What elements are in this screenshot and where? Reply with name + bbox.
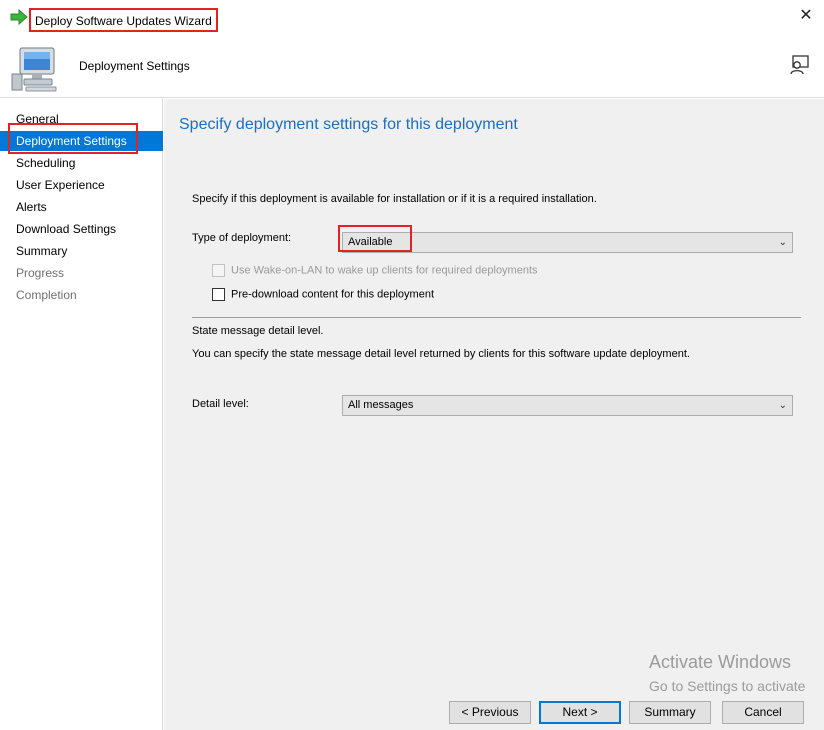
sidebar-item-progress: Progress xyxy=(16,266,65,280)
chevron-down-icon: ⌄ xyxy=(778,400,787,411)
sidebar-item-completion: Completion xyxy=(16,288,77,302)
sidebar-item-download-settings[interactable]: Download Settings xyxy=(0,219,163,239)
title-bar: Deploy Software Updates Wizard ✕ xyxy=(0,0,824,36)
sidebar-item-user-experience[interactable]: User Experience xyxy=(0,175,163,195)
checkbox-box[interactable] xyxy=(212,288,225,301)
section-divider xyxy=(192,317,801,318)
main-panel: Specify deployment settings for this dep… xyxy=(164,99,824,730)
activation-watermark-title: Activate Windows xyxy=(649,652,792,672)
wake-on-lan-label: Use Wake-on-LAN to wake up clients for r… xyxy=(231,264,538,277)
deployment-type-value: Available xyxy=(348,236,393,248)
sidebar-item-general[interactable]: General xyxy=(0,109,163,129)
deployment-type-label: Type of deployment: xyxy=(192,232,292,244)
detail-level-label: Detail level: xyxy=(192,398,249,410)
state-message-title: State message detail level. xyxy=(192,325,324,337)
cancel-button[interactable]: Cancel xyxy=(722,701,804,724)
computer-icon xyxy=(11,47,57,92)
window-title: Deploy Software Updates Wizard xyxy=(29,8,218,32)
deployment-type-select[interactable]: Available ⌄ xyxy=(342,232,793,253)
wake-on-lan-checkbox: Use Wake-on-LAN to wake up clients for r… xyxy=(212,264,538,277)
next-button[interactable]: Next > xyxy=(539,701,621,724)
sidebar-item-summary[interactable]: Summary xyxy=(0,241,163,261)
predownload-label: Pre-download content for this deployment xyxy=(231,288,435,301)
state-message-description: You can specify the state message detail… xyxy=(192,348,690,360)
page-title: Specify deployment settings for this dep… xyxy=(179,116,518,133)
detail-level-select[interactable]: All messages ⌄ xyxy=(342,395,793,416)
intro-text: Specify if this deployment is available … xyxy=(192,193,597,205)
previous-button[interactable]: < Previous xyxy=(449,701,531,724)
checkbox-box xyxy=(212,264,225,277)
page-header-title: Deployment Settings xyxy=(79,59,190,73)
close-icon[interactable]: ✕ xyxy=(796,6,816,26)
sidebar-item-scheduling[interactable]: Scheduling xyxy=(0,153,163,173)
sidebar-item-deployment-settings[interactable]: Deployment Settings xyxy=(0,131,163,151)
summary-button[interactable]: Summary xyxy=(629,701,711,724)
chevron-down-icon: ⌄ xyxy=(778,237,787,248)
activation-watermark-subtitle: Go to Settings to activate xyxy=(649,678,806,694)
sidebar-item-alerts[interactable]: Alerts xyxy=(0,197,163,217)
help-icon[interactable] xyxy=(788,54,810,76)
wizard-sidebar: General Deployment Settings Scheduling U… xyxy=(0,99,163,730)
detail-level-value: All messages xyxy=(348,399,414,411)
predownload-checkbox[interactable]: Pre-download content for this deployment xyxy=(212,288,434,301)
wizard-header: Deployment Settings xyxy=(0,36,824,98)
wizard-arrow-icon xyxy=(10,9,28,25)
